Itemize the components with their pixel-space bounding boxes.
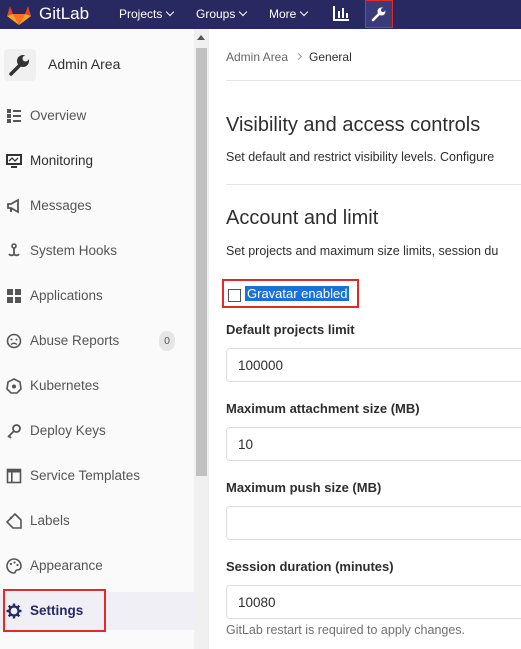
divider (226, 80, 521, 81)
max-attachment-size-label: Maximum attachment size (MB) (226, 401, 420, 416)
max-push-size-input[interactable] (226, 506, 521, 540)
sidebar-item-appearance[interactable]: Appearance (0, 547, 194, 585)
sidebar-item-service-templates[interactable]: Service Templates (0, 457, 194, 495)
admin-avatar (4, 49, 36, 81)
kubernetes-icon (6, 378, 22, 394)
section-desc-visibility: Set default and restrict visibility leve… (226, 150, 495, 164)
sidebar-item-label: Kubernetes (30, 378, 100, 393)
sidebar-item-label: Applications (30, 288, 103, 303)
sidebar-item-monitoring[interactable]: Monitoring (0, 142, 194, 180)
chevron-right-icon (295, 52, 303, 61)
sidebar-item-label: Appearance (30, 558, 103, 573)
sidebar-item-label: Labels (30, 513, 70, 528)
monitor-icon (6, 154, 22, 168)
restart-help-text: GitLab restart is required to apply chan… (226, 623, 466, 637)
label-icon (6, 513, 22, 529)
section-title-visibility: Visibility and access controls (226, 114, 481, 136)
sidebar-item-label: System Hooks (30, 243, 118, 258)
overview-icon (7, 109, 21, 123)
sidebar-item-label: Abuse Reports (30, 333, 120, 348)
scroll-thumb[interactable] (196, 48, 207, 476)
scroll-up-arrow[interactable] (197, 35, 205, 40)
top-navbar: GitLab Projects Groups More (0, 0, 521, 29)
sidebar-item-deploy-keys[interactable]: Deploy Keys (0, 412, 194, 450)
brand-name[interactable]: GitLab (39, 3, 89, 25)
admin-wrench-icon (371, 6, 387, 22)
sidebar-item-abuse-reports[interactable]: Abuse Reports 0 (0, 322, 194, 360)
nav-projects-label: Projects (119, 7, 163, 21)
hook-icon (8, 243, 20, 257)
section-desc-account: Set projects and maximum size limits, se… (226, 244, 499, 258)
sidebar-item-labels[interactable]: Labels (0, 502, 194, 540)
breadcrumb-admin-area[interactable]: Admin Area (226, 50, 288, 64)
sidebar-item-messages[interactable]: Messages (0, 187, 194, 225)
session-duration-input[interactable] (226, 585, 521, 619)
max-push-size-label: Maximum push size (MB) (226, 480, 382, 495)
palette-icon (6, 558, 22, 574)
abuse-count-badge: 0 (159, 331, 175, 351)
wrench-icon (9, 53, 34, 76)
key-icon (7, 424, 21, 439)
activity-chart-icon[interactable] (332, 5, 350, 22)
breadcrumb-current: General (309, 50, 352, 64)
nav-groups[interactable]: Groups (196, 6, 248, 22)
chevron-down-icon (166, 7, 175, 17)
max-attachment-size-input[interactable] (226, 427, 521, 461)
nav-groups-label: Groups (196, 7, 236, 21)
megaphone-icon (7, 198, 19, 214)
default-projects-limit-label: Default projects limit (226, 322, 355, 337)
main-content: Admin Area General Visibility and access … (209, 29, 521, 649)
chevron-down-icon (300, 7, 309, 17)
nav-more[interactable]: More (269, 6, 309, 22)
abuse-icon (6, 333, 22, 349)
nav-projects[interactable]: Projects (119, 6, 175, 22)
session-duration-label: Session duration (minutes) (226, 559, 394, 574)
divider (226, 184, 521, 185)
sidebar-item-kubernetes[interactable]: Kubernetes (0, 367, 194, 405)
gravatar-option[interactable]: Gravatar enabled (222, 279, 359, 308)
admin-area-button[interactable] (365, 0, 393, 28)
default-projects-limit-input[interactable] (226, 348, 521, 382)
settings-highlight (3, 589, 106, 632)
sidebar-item-system-hooks[interactable]: System Hooks (0, 232, 194, 270)
section-title-account: Account and limit (226, 207, 379, 229)
sidebar-title: Admin Area (48, 56, 121, 72)
sidebar-scrollbar[interactable] (194, 29, 209, 649)
gitlab-logo[interactable] (6, 4, 32, 26)
nav-more-label: More (269, 7, 297, 21)
gravatar-checkbox[interactable] (228, 289, 241, 302)
sidebar-item-label: Deploy Keys (30, 423, 106, 438)
sidebar-item-applications[interactable]: Applications (0, 277, 194, 315)
template-icon (6, 468, 22, 484)
chevron-down-icon (239, 7, 248, 17)
sidebar-item-label: Overview (30, 108, 87, 123)
sidebar: Admin Area Overview Monitoring Messages (0, 29, 195, 649)
sidebar-item-overview[interactable]: Overview (0, 97, 194, 135)
sidebar-header[interactable]: Admin Area (0, 29, 194, 94)
gravatar-label[interactable]: Gravatar enabled (245, 286, 350, 301)
breadcrumb: Admin Area General (226, 50, 352, 64)
sidebar-item-label: Service Templates (30, 468, 141, 483)
sidebar-item-label: Monitoring (30, 153, 94, 168)
applications-icon (7, 289, 21, 303)
sidebar-item-label: Messages (30, 198, 92, 213)
